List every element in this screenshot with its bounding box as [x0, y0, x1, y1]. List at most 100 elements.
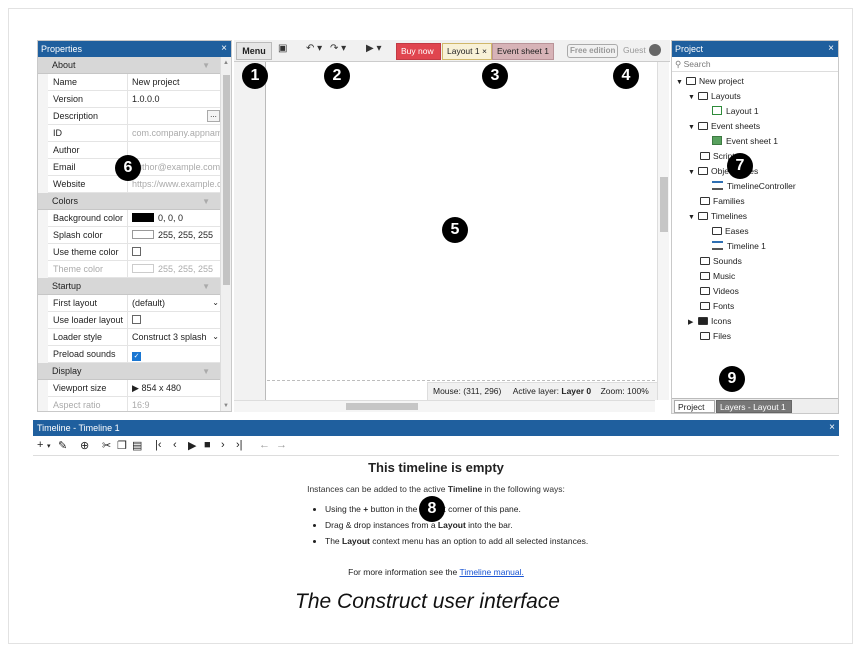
tab-project[interactable]: Project ×	[674, 400, 715, 413]
tree-item-sounds[interactable]: Sounds	[700, 254, 742, 269]
section-display[interactable]: Display ▼	[38, 363, 222, 380]
tree-item-layouts[interactable]: ▼ Layouts	[688, 89, 741, 104]
expand-arrow-icon[interactable]: ▶	[132, 383, 139, 393]
free-edition-badge[interactable]: Free edition	[567, 44, 619, 58]
theme-color-swatch[interactable]	[132, 264, 154, 273]
properties-scrollbar[interactable]: ▲ ▼	[220, 57, 231, 411]
scrollbar-thumb[interactable]	[346, 403, 418, 410]
prop-row-splash-color[interactable]: Splash color 255, 255, 255	[48, 227, 222, 244]
use-theme-color-checkbox[interactable]	[132, 247, 141, 256]
scroll-up-icon[interactable]: ▲	[223, 60, 229, 66]
first-layout-select[interactable]: (default) ⌄	[128, 295, 222, 311]
last-frame-icon[interactable]: ›|	[236, 439, 243, 451]
stop-icon[interactable]: ■	[204, 439, 211, 451]
splash-color-swatch[interactable]	[132, 230, 154, 239]
collapsed-arrow-icon[interactable]: ▶	[688, 315, 698, 330]
description-edit-button[interactable]: ...	[207, 110, 220, 122]
user-icon[interactable]	[649, 44, 661, 56]
expand-arrow-icon[interactable]: ▼	[676, 75, 686, 90]
preload-sounds-checkbox[interactable]: ✓	[132, 352, 141, 361]
cut-icon[interactable]: ✂	[102, 439, 111, 452]
prop-value[interactable]	[128, 244, 222, 260]
use-loader-layout-checkbox[interactable]	[132, 315, 141, 324]
tab-event-sheet-1[interactable]: Event sheet 1 ×	[492, 43, 554, 71]
section-startup[interactable]: Startup ▼	[38, 278, 222, 295]
timeline-manual-link[interactable]: Timeline manual.	[459, 567, 523, 577]
menu-button[interactable]: Menu	[236, 42, 272, 60]
layout-horizontal-scrollbar[interactable]	[234, 400, 655, 412]
close-icon[interactable]: ×	[482, 46, 487, 56]
prop-value[interactable]: 0, 0, 0	[128, 210, 222, 226]
tree-item-timeline-controller[interactable]: TimelineController	[712, 179, 796, 194]
prop-value[interactable]: ▶ 854 x 480	[128, 380, 222, 396]
loader-style-select[interactable]: Construct 3 splash ⌄	[128, 329, 222, 345]
tree-item-music[interactable]: Music	[700, 269, 735, 284]
project-search-input[interactable]: ⚲ Search	[672, 57, 838, 72]
prop-row-loader-style[interactable]: Loader style Construct 3 splash ⌄	[48, 329, 222, 346]
undo-icon[interactable]: ↶ ▾	[306, 43, 322, 54]
play-icon[interactable]: ▶ ▾	[366, 43, 382, 54]
back-arrow-icon[interactable]: ←	[259, 439, 270, 451]
prop-row-viewport-size[interactable]: Viewport size ▶ 854 x 480	[48, 380, 222, 397]
tab-layers[interactable]: Layers - Layout 1 ×	[716, 400, 792, 413]
section-colors[interactable]: Colors ▼	[38, 193, 222, 210]
expand-arrow-icon[interactable]: ▼	[688, 90, 698, 105]
prop-row-name[interactable]: Name New project	[48, 74, 222, 91]
layout-vertical-scrollbar[interactable]	[657, 62, 669, 400]
section-about[interactable]: About ▼	[38, 57, 222, 74]
tab-buy-now[interactable]: Buy now	[396, 43, 441, 60]
scroll-down-icon[interactable]: ▼	[223, 403, 229, 409]
edit-icon[interactable]: ✎	[58, 439, 67, 452]
paste-icon[interactable]: ▤	[132, 439, 142, 452]
tree-item-timelines[interactable]: ▼ Timelines	[688, 209, 747, 224]
tree-item-layout-1[interactable]: Layout 1	[712, 104, 759, 119]
prop-value[interactable]: New project	[128, 74, 222, 90]
scrollbar-thumb[interactable]	[660, 177, 668, 232]
tree-item-files[interactable]: Files	[700, 329, 731, 344]
tree-item-event-sheets[interactable]: ▼ Event sheets	[688, 119, 760, 134]
project-close-button[interactable]: ×	[828, 41, 834, 57]
prop-value[interactable]: ✓	[128, 346, 222, 362]
tree-item-icons[interactable]: ▶ Icons	[688, 314, 731, 329]
tree-item-fonts[interactable]: Fonts	[700, 299, 734, 314]
scrollbar-thumb[interactable]	[223, 75, 230, 285]
add-icon[interactable]: +	[37, 439, 43, 451]
properties-close-button[interactable]: ×	[221, 41, 227, 57]
prop-row-id[interactable]: ID com.company.appname	[48, 125, 222, 142]
add-circle-icon[interactable]: ⊕	[80, 439, 89, 452]
prop-value[interactable]: 255, 255, 255	[128, 261, 222, 277]
background-color-swatch[interactable]	[132, 213, 154, 222]
play-icon[interactable]: ▶	[188, 439, 196, 452]
prop-value[interactable]: https://www.example.com	[128, 176, 222, 192]
copy-icon[interactable]: ❐	[117, 439, 127, 452]
tree-item-videos[interactable]: Videos	[700, 284, 739, 299]
prop-value[interactable]: author@example.com	[128, 159, 222, 175]
expand-arrow-icon[interactable]: ▼	[688, 210, 698, 225]
tree-item-eases[interactable]: Eases	[712, 224, 749, 239]
tab-layout-1[interactable]: Layout 1 ×	[442, 43, 492, 60]
prop-value[interactable]	[128, 312, 222, 328]
expand-arrow-icon[interactable]: ▼	[688, 120, 698, 135]
prop-value[interactable]: com.company.appname	[128, 125, 222, 141]
tree-item-root[interactable]: ▼ New project	[676, 74, 744, 89]
prop-row-first-layout[interactable]: First layout (default) ⌄	[48, 295, 222, 312]
prop-value[interactable]	[128, 142, 222, 158]
next-icon[interactable]: ›	[221, 439, 225, 451]
prop-row-background-color[interactable]: Background color 0, 0, 0	[48, 210, 222, 227]
prop-row-aspect-ratio[interactable]: Aspect ratio 16:9	[48, 397, 222, 411]
prop-row-use-loader-layout[interactable]: Use loader layout	[48, 312, 222, 329]
tree-item-families[interactable]: Families	[700, 194, 745, 209]
prop-row-theme-color[interactable]: Theme color 255, 255, 255	[48, 261, 222, 278]
forward-arrow-icon[interactable]: →	[276, 439, 287, 451]
expand-arrow-icon[interactable]: ▼	[688, 165, 698, 180]
prop-value[interactable]: ...	[128, 108, 222, 124]
prop-row-version[interactable]: Version 1.0.0.0	[48, 91, 222, 108]
tree-item-timeline-1[interactable]: Timeline 1	[712, 239, 766, 254]
prop-value[interactable]: 255, 255, 255	[128, 227, 222, 243]
prop-row-use-theme-color[interactable]: Use theme color	[48, 244, 222, 261]
save-icon[interactable]: ▣	[278, 43, 287, 54]
guest-label[interactable]: Guest	[623, 45, 646, 55]
redo-icon[interactable]: ↷ ▾	[330, 43, 346, 54]
first-frame-icon[interactable]: |‹	[155, 439, 162, 451]
prop-row-description[interactable]: Description...	[48, 108, 222, 125]
